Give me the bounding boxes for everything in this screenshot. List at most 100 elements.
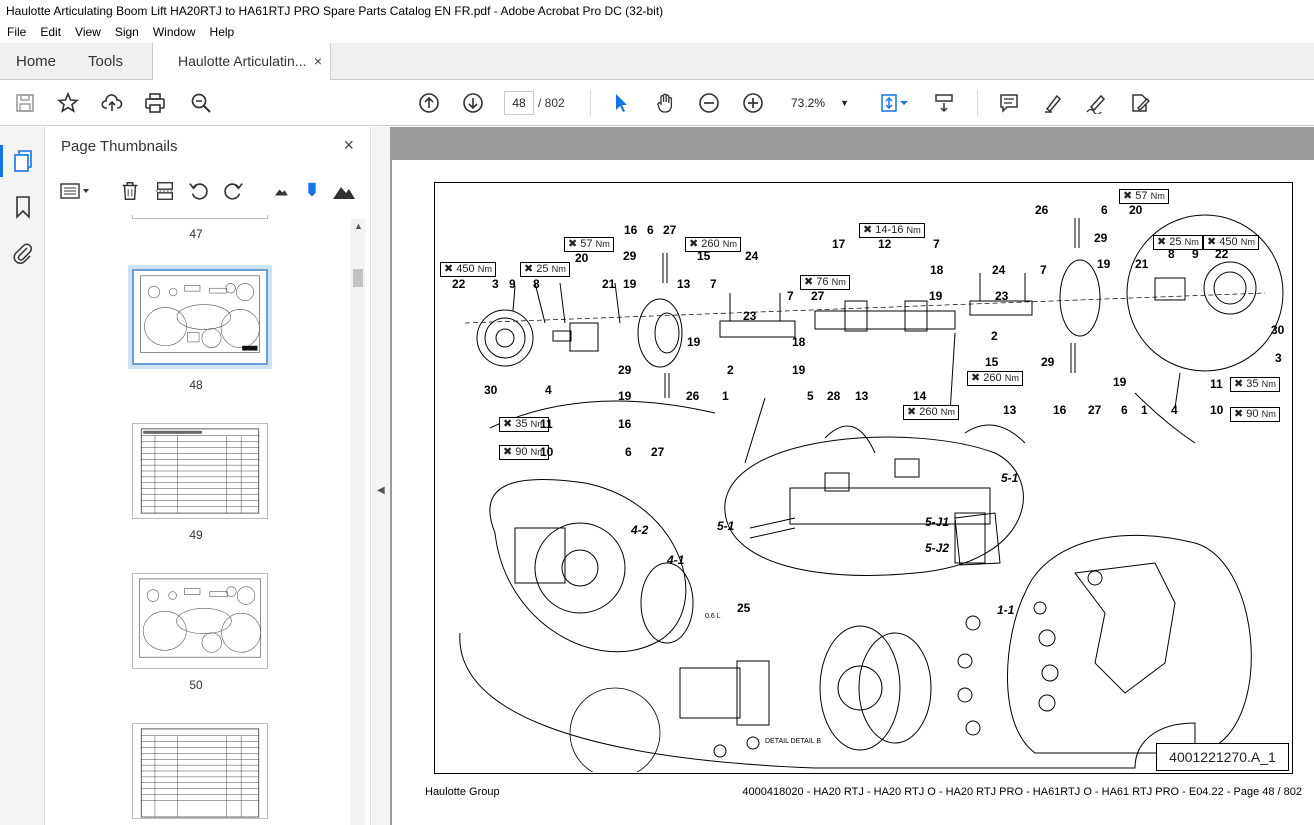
zoom-select[interactable]: 73.2% ▼	[783, 91, 855, 115]
tab-document[interactable]: Haulotte Articulatin... ×	[152, 43, 331, 81]
rotate-ccw-icon[interactable]	[187, 179, 211, 203]
part-label: 6	[1101, 203, 1108, 217]
part-label: 8	[1168, 247, 1175, 261]
part-label: 30	[1271, 323, 1285, 337]
thumbnail-larger-icon[interactable]	[332, 179, 356, 203]
scrollbar-thumb[interactable]	[353, 269, 363, 287]
bookmark-icon[interactable]	[11, 195, 35, 219]
thumbnail-slider-icon[interactable]	[300, 179, 324, 203]
part-label: 16	[618, 417, 632, 431]
part-label: 20	[575, 251, 589, 265]
part-label: 5-J2	[925, 541, 950, 555]
scroll-up-icon[interactable]: ▲	[354, 221, 363, 231]
page-number-input[interactable]: 48	[504, 91, 534, 115]
print-icon[interactable]	[143, 91, 167, 115]
part-label: 1	[722, 389, 729, 403]
part-label: 7	[933, 237, 940, 251]
panel-collapse-handle[interactable]: ◀	[372, 127, 390, 825]
part-label: 6	[1121, 403, 1128, 417]
thumbnail-page[interactable]	[132, 423, 268, 519]
toolbar-divider	[977, 90, 978, 116]
part-label: 21	[602, 277, 616, 291]
tab-home[interactable]: Home	[16, 43, 56, 80]
zoom-out-icon[interactable]	[697, 91, 721, 115]
part-label: 16	[624, 223, 638, 237]
part-label: 22	[1215, 247, 1229, 261]
footer-doc-info: 4000418020 - HA20 RTJ - HA20 RTJ O - HA2…	[742, 786, 1302, 798]
thumbnail-label: 50	[189, 678, 203, 692]
delete-page-icon[interactable]	[118, 179, 142, 203]
zoom-in-icon[interactable]	[741, 91, 765, 115]
document-view[interactable]: ✖ 450 Nm ✖ 25 Nm ✖ 57 Nm ✖ 260 Nm ✖ 76 N…	[390, 127, 1314, 825]
thumbnail-page[interactable]	[132, 723, 268, 819]
menu-help[interactable]: Help	[203, 22, 242, 43]
menu-sign[interactable]: Sign	[108, 22, 146, 43]
hand-tool-icon[interactable]	[653, 91, 677, 115]
highlight-pen-icon[interactable]	[1041, 91, 1065, 115]
comment-icon[interactable]	[997, 91, 1021, 115]
pdf-page: ✖ 450 Nm ✖ 25 Nm ✖ 57 Nm ✖ 260 Nm ✖ 76 N…	[392, 160, 1314, 825]
part-label: 30	[484, 383, 498, 397]
thumbnail-smaller-icon[interactable]	[269, 179, 293, 203]
menu-view[interactable]: View	[68, 22, 108, 43]
part-label: 2	[727, 363, 734, 377]
torque-tag: ✖ 260 Nm	[685, 237, 741, 252]
part-label: 21	[1135, 257, 1149, 271]
footer-company: Haulotte Group	[425, 786, 500, 798]
rotate-cw-icon[interactable]	[221, 179, 245, 203]
fit-page-dropdown-icon[interactable]	[898, 91, 910, 115]
select-arrow-icon[interactable]	[609, 91, 633, 115]
part-label: 7	[710, 277, 717, 291]
upload-cloud-icon[interactable]	[100, 91, 124, 115]
part-label: 29	[1041, 355, 1055, 369]
part-label: 15	[697, 249, 711, 263]
thumbnail-label: 49	[189, 528, 203, 542]
part-label: 3	[492, 277, 499, 291]
zoom-value: 73.2%	[791, 96, 826, 110]
part-label: 6	[625, 445, 632, 459]
part-label: 18	[792, 335, 806, 349]
tab-tools[interactable]: Tools	[88, 43, 123, 80]
attachment-icon[interactable]	[11, 241, 35, 265]
next-page-icon[interactable]	[461, 91, 485, 115]
part-label: 25	[737, 601, 751, 615]
part-label: 12	[878, 237, 892, 251]
thumbnail-page[interactable]	[132, 215, 268, 219]
part-label: 9	[1192, 247, 1199, 261]
prev-page-icon[interactable]	[417, 91, 441, 115]
part-label: 26	[686, 389, 700, 403]
edit-pdf-icon[interactable]	[1128, 91, 1152, 115]
part-label: 16	[1053, 403, 1067, 417]
torque-tag: ✖ 450 Nm	[440, 262, 496, 277]
thumbnail-scrollbar[interactable]: ▲	[351, 219, 365, 825]
extract-page-icon[interactable]	[153, 179, 177, 203]
tab-close-icon[interactable]: ×	[314, 43, 322, 80]
thumbnail-page[interactable]	[132, 573, 268, 669]
panel-close-icon[interactable]: ×	[343, 135, 354, 156]
menu-edit[interactable]: Edit	[33, 22, 68, 43]
star-icon[interactable]	[56, 91, 80, 115]
sign-icon[interactable]	[1084, 91, 1108, 115]
thumbnail-options-icon[interactable]	[58, 179, 92, 203]
part-label: 10	[540, 445, 554, 459]
scroll-mode-icon[interactable]	[932, 91, 956, 115]
chevron-down-icon: ▼	[840, 98, 849, 108]
thumbnails-icon[interactable]	[0, 145, 35, 177]
part-label: 23	[995, 289, 1009, 303]
left-rail	[0, 127, 45, 825]
part-label: 9	[509, 277, 516, 291]
part-label: 5-1	[717, 519, 735, 533]
part-label: 27	[1088, 403, 1102, 417]
save-icon[interactable]	[13, 91, 37, 115]
menu-file[interactable]: File	[0, 22, 33, 43]
part-label: 19	[1113, 375, 1127, 389]
chevron-left-icon: ◀	[377, 485, 385, 496]
menu-window[interactable]: Window	[146, 22, 203, 43]
panel-title: Page Thumbnails	[61, 138, 178, 155]
part-label: 24	[992, 263, 1006, 277]
find-zoom-icon[interactable]	[189, 91, 213, 115]
part-label: 19	[618, 389, 632, 403]
thumbnail-page-selected[interactable]	[132, 269, 268, 365]
part-label: 27	[811, 289, 825, 303]
part-label: 19	[792, 363, 806, 377]
